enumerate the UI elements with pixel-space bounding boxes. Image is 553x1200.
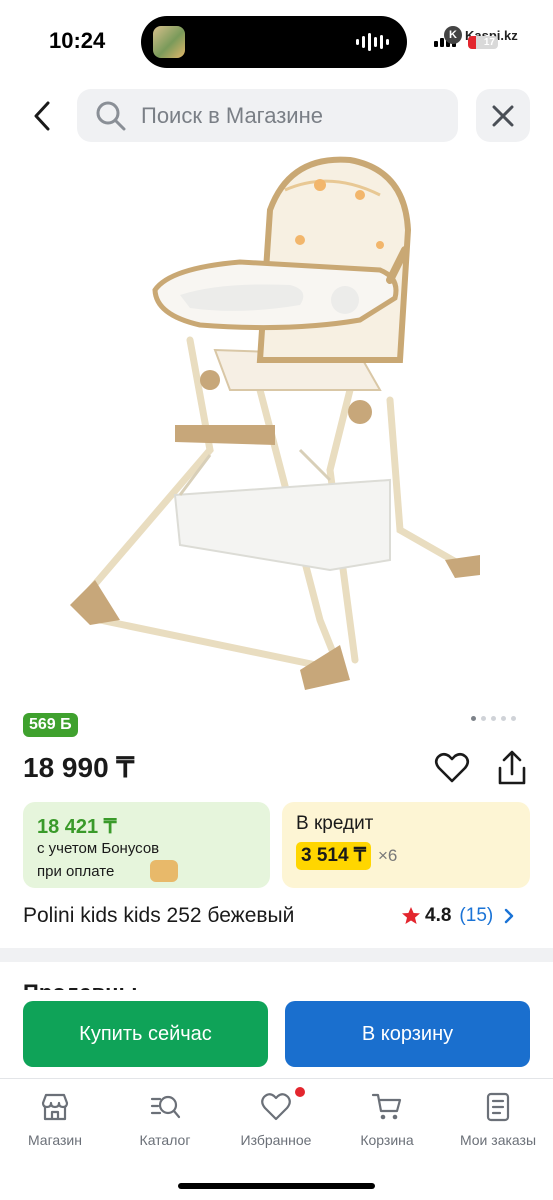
- tab-label: Каталог: [139, 1132, 191, 1148]
- product-title: Polini kids kids 252 бежевый: [23, 904, 295, 927]
- tab-orders[interactable]: Мои заказы: [443, 1091, 553, 1151]
- search-header: [0, 88, 553, 144]
- share-icon: [498, 750, 526, 785]
- image-pager: [471, 716, 516, 721]
- tab-cart[interactable]: Корзина: [332, 1091, 442, 1151]
- credit-card[interactable]: В кредит 3 514 ₸ ×6: [282, 802, 530, 888]
- bonus-badge: 569 Б: [23, 713, 78, 737]
- bonus-price-card[interactable]: 18 421 ₸ с учетом Бонусов при оплате: [23, 802, 270, 888]
- tab-label: Мои заказы: [459, 1132, 537, 1148]
- tab-bar: Магазин Каталог Избранное Корзина Мои за…: [0, 1078, 553, 1200]
- credit-months: ×6: [378, 846, 398, 865]
- bonus-price: 18 421 ₸: [37, 816, 117, 838]
- star-icon: [402, 907, 420, 924]
- tab-catalog[interactable]: Каталог: [110, 1091, 220, 1151]
- pager-dot: [511, 716, 516, 721]
- credit-monthly-amount: 3 514 ₸: [296, 842, 371, 870]
- audio-waveform-icon: [356, 32, 389, 52]
- heart-icon: [434, 752, 470, 783]
- orders-icon: [486, 1092, 510, 1122]
- add-to-cart-button[interactable]: В корзину: [285, 1001, 530, 1067]
- tab-store[interactable]: Магазин: [0, 1091, 110, 1151]
- status-bar: 10:24 K Kaspi.kz 17: [0, 0, 553, 84]
- section-divider: [0, 948, 553, 962]
- home-indicator[interactable]: [178, 1183, 375, 1189]
- chevron-right-icon: [505, 908, 514, 924]
- back-button[interactable]: [22, 96, 62, 136]
- notification-dot: [295, 1087, 305, 1097]
- battery-level: [468, 36, 476, 49]
- pager-dot: [491, 716, 496, 721]
- buy-now-button[interactable]: Купить сейчас: [23, 1001, 268, 1067]
- catalog-search-icon: [150, 1095, 181, 1119]
- product-price: 18 990 ₸: [23, 752, 135, 783]
- tab-favorites[interactable]: Избранное: [221, 1087, 331, 1151]
- tab-label: Избранное: [240, 1132, 312, 1148]
- dynamic-island[interactable]: [141, 16, 407, 68]
- pager-dot-active: [471, 716, 476, 721]
- cart-icon: [371, 1093, 402, 1120]
- store-icon: [41, 1093, 69, 1121]
- close-icon: [492, 105, 514, 126]
- action-bar: Купить сейчас В корзину: [0, 990, 553, 1078]
- close-button[interactable]: [476, 89, 530, 142]
- rating-link[interactable]: 4.8 (15): [401, 905, 515, 927]
- pager-dot: [481, 716, 486, 721]
- now-playing-artwork: [153, 26, 185, 58]
- pager-dot: [501, 716, 506, 721]
- bonus-description: с учетом Бонусов: [37, 840, 160, 857]
- bonus-payment-label: при оплате: [37, 863, 115, 880]
- search-field[interactable]: [77, 89, 458, 142]
- favorite-button[interactable]: [434, 750, 470, 786]
- rating-value: 4.8: [425, 905, 452, 926]
- credit-title: В кредит: [296, 813, 374, 834]
- clock: 10:24: [49, 28, 106, 53]
- heart-icon: [261, 1093, 291, 1121]
- battery-percent: 17: [483, 37, 495, 48]
- kaspi-logo-icon: K: [444, 26, 462, 44]
- tab-label: Магазин: [27, 1132, 82, 1148]
- bonus-coin-icon: [150, 860, 178, 882]
- battery-icon: 17: [468, 36, 498, 49]
- search-icon: [96, 101, 126, 130]
- chevron-left-icon: [34, 101, 50, 131]
- reviews-count: (15): [459, 905, 494, 926]
- search-input[interactable]: [141, 102, 441, 129]
- tab-label: Корзина: [360, 1132, 414, 1148]
- share-button[interactable]: [494, 748, 530, 788]
- product-image[interactable]: [60, 150, 500, 700]
